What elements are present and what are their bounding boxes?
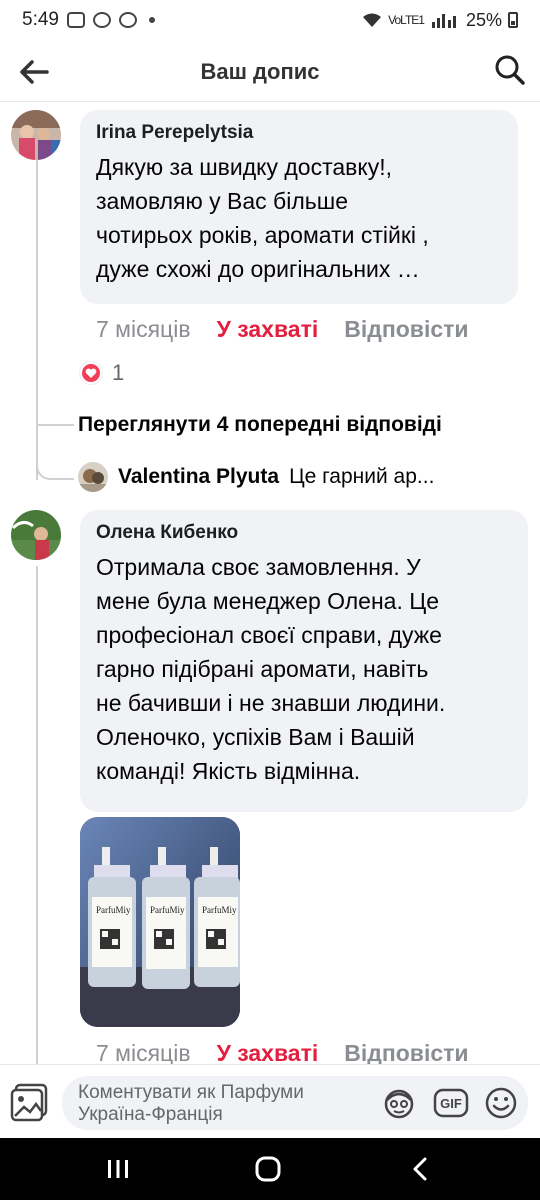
bottle-label: ParfuMiy bbox=[150, 905, 185, 915]
comment-bubble[interactable]: Олена Кибенко Отримала своє замовлення. … bbox=[80, 510, 528, 812]
comment-placeholder: Коментувати як Парфуми Україна-Франція bbox=[78, 1082, 368, 1126]
page-title: Ваш допис bbox=[200, 59, 320, 84]
signal-icon bbox=[431, 14, 456, 28]
more-notifications-dot bbox=[148, 17, 155, 23]
comment-bubble[interactable]: Irina Perepelytsia Дякую за швидку доста… bbox=[80, 110, 518, 304]
clock: 5:49 bbox=[22, 9, 59, 30]
reply-author[interactable]: Valentina Plyuta bbox=[118, 465, 279, 489]
battery-percent: 25% bbox=[465, 9, 502, 30]
avatar[interactable] bbox=[11, 510, 61, 560]
view-previous-replies-link[interactable]: Переглянути 4 попередні відповіді bbox=[78, 413, 442, 437]
reaction-count: 1 bbox=[112, 360, 125, 385]
comment-text: Дякую за швидку доставку!, замовляю у Ва… bbox=[96, 154, 429, 282]
thread-branch-1 bbox=[36, 424, 74, 426]
comment-photo[interactable]: ParfuMiy ParfuMiy ParfuMiy bbox=[80, 817, 240, 1027]
viber-notification-icon-2 bbox=[118, 12, 137, 28]
status-bar: 5:49 VoLTE1 25% bbox=[0, 0, 540, 40]
comment-text: Отримала своє замовлення. У мене була ме… bbox=[96, 554, 446, 784]
battery-icon bbox=[508, 12, 518, 28]
avatar-sticker-button[interactable] bbox=[380, 1084, 418, 1122]
bottle-label: ParfuMiy bbox=[202, 905, 237, 915]
back-chevron-icon bbox=[413, 1157, 427, 1181]
home-icon bbox=[255, 1156, 281, 1182]
avatar-sticker-icon bbox=[384, 1089, 414, 1119]
avatar[interactable] bbox=[11, 110, 61, 160]
thread-line-1 bbox=[36, 160, 38, 480]
comment-actions: 7 місяців У захваті Відповісти bbox=[96, 316, 469, 343]
comment-time[interactable]: 7 місяців bbox=[96, 316, 191, 343]
recent-apps-button[interactable] bbox=[88, 1148, 148, 1190]
reply-button[interactable]: Відповісти bbox=[344, 1040, 468, 1067]
comment-author[interactable]: Олена Кибенко bbox=[96, 522, 512, 544]
comment-actions: 7 місяців У захваті Відповісти bbox=[96, 1040, 469, 1067]
placeholder-line-2: Україна-Франція bbox=[78, 1104, 223, 1125]
placeholder-line-1: Коментувати як Парфуми bbox=[78, 1082, 304, 1103]
bottle-label: ParfuMiy bbox=[96, 905, 131, 915]
comment-author[interactable]: Irina Perepelytsia bbox=[96, 122, 502, 144]
search-button[interactable] bbox=[490, 50, 530, 90]
love-reaction-icon bbox=[80, 362, 102, 384]
network-label: VoLTE1 bbox=[388, 13, 425, 27]
comment-input[interactable]: Коментувати як Парфуми Україна-Франція G… bbox=[62, 1076, 528, 1130]
comment-time[interactable]: 7 місяців bbox=[96, 1040, 191, 1067]
back-nav-button[interactable] bbox=[390, 1148, 450, 1190]
reply-preview[interactable]: Valentina Plyuta Це гарний ар... bbox=[78, 462, 434, 492]
emoji-icon bbox=[485, 1087, 517, 1119]
emoji-button[interactable] bbox=[482, 1084, 520, 1122]
wifi-icon bbox=[363, 13, 382, 27]
reply-button[interactable]: Відповісти bbox=[344, 316, 468, 343]
recent-apps-icon bbox=[108, 1160, 128, 1178]
reply-snippet: Це гарний ар... bbox=[289, 465, 435, 488]
reaction-summary[interactable]: 1 bbox=[80, 360, 124, 386]
add-photo-button[interactable] bbox=[10, 1081, 52, 1123]
photo-icon bbox=[10, 1083, 48, 1122]
reply-avatar bbox=[78, 462, 108, 492]
gallery-notification-icon bbox=[66, 12, 85, 28]
thread-line-2 bbox=[36, 566, 38, 1064]
gif-button[interactable]: GIF bbox=[432, 1084, 470, 1122]
viber-notification-icon bbox=[92, 12, 111, 28]
like-button[interactable]: У захваті bbox=[217, 1040, 319, 1067]
post-header: Ваш допис bbox=[0, 40, 540, 102]
thread-branch-2 bbox=[36, 440, 74, 480]
home-button[interactable] bbox=[238, 1148, 298, 1190]
system-nav-bar bbox=[0, 1138, 540, 1200]
perfume-bottle bbox=[88, 847, 136, 987]
like-button[interactable]: У захваті bbox=[217, 316, 319, 343]
search-icon bbox=[495, 55, 525, 85]
gif-label: GIF bbox=[440, 1095, 462, 1111]
comment-composer: Коментувати як Парфуми Україна-Франція G… bbox=[0, 1064, 540, 1138]
